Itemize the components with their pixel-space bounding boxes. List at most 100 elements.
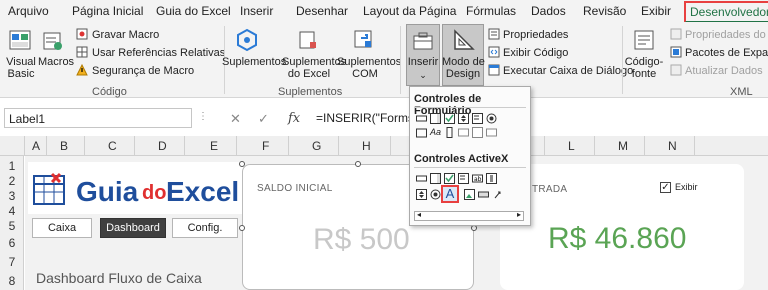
dashboard-button[interactable]: Dashboard [100, 218, 166, 238]
map-props-button[interactable]: Propriedades do Ma [685, 29, 768, 41]
activex-textbox-icon[interactable]: ab [472, 173, 483, 184]
checkbox-control-icon[interactable] [444, 113, 455, 124]
expansion-packs-button[interactable]: Pacotes de Expansã [685, 47, 768, 59]
row-header[interactable]: 3 [0, 189, 24, 203]
column-header[interactable]: F [262, 139, 269, 153]
column-header[interactable]: N [668, 139, 677, 153]
option-button-icon[interactable] [486, 113, 497, 124]
visual-basic-icon[interactable] [8, 28, 32, 55]
row-header[interactable]: 5 [0, 219, 24, 233]
formula-input[interactable]: =INSERIR("Forms. [316, 111, 417, 125]
group-box-icon[interactable] [416, 127, 427, 138]
row-header[interactable]: 1 [0, 159, 24, 173]
dashboard-title: Dashboard Fluxo de Caixa [36, 270, 202, 286]
function-icon[interactable]: fx [288, 111, 300, 126]
tab-arquivo[interactable]: Arquivo [8, 4, 49, 18]
column-header[interactable]: D [158, 139, 167, 153]
activex-label-icon[interactable]: A [441, 185, 459, 203]
column-header[interactable]: A [32, 139, 40, 153]
activex-scrollbar-icon[interactable] [486, 173, 497, 184]
label-control-icon[interactable]: Aa [430, 127, 441, 138]
tab-revisao[interactable]: Revisão [583, 4, 626, 18]
text-field-icon[interactable] [458, 127, 469, 138]
com-addins-icon[interactable] [352, 28, 376, 55]
view-code-button[interactable]: Exibir Código [503, 47, 568, 59]
com-addins-button[interactable]: Suplementos COM [337, 56, 401, 80]
combo-dropdown-icon[interactable] [486, 127, 497, 138]
record-macro-button[interactable]: Gravar Macro [92, 29, 159, 41]
activex-image-icon[interactable] [464, 189, 475, 200]
config-button[interactable]: Config. [172, 218, 238, 238]
column-header[interactable]: H [362, 139, 371, 153]
tab-guia-do-excel[interactable]: Guia do Excel [156, 4, 231, 18]
enter-icon[interactable]: ✓ [258, 111, 269, 127]
column-header[interactable]: C [108, 139, 117, 153]
warning-icon [76, 63, 88, 79]
cancel-icon[interactable]: ✕ [230, 111, 241, 127]
tab-dados[interactable]: Dados [531, 4, 566, 18]
expansion-packs-icon [670, 46, 682, 61]
tab-formulas[interactable]: Fórmulas [466, 4, 516, 18]
column-divider [644, 136, 645, 156]
entrada-card[interactable]: TRADA R$ 46.860 ✓ Exibir [500, 164, 744, 290]
addins-icon[interactable] [235, 28, 259, 55]
addins-button[interactable]: Suplementos [222, 56, 286, 68]
activex-combo-icon[interactable] [430, 173, 441, 184]
tab-exibir[interactable]: Exibir [641, 4, 671, 18]
activex-list-icon[interactable] [458, 173, 469, 184]
macros-icon[interactable] [42, 30, 64, 55]
macros-button[interactable]: Macros [38, 56, 74, 68]
column-divider [288, 136, 289, 156]
xml-source-icon[interactable] [632, 28, 656, 55]
scroll-left-icon[interactable]: ◂ [417, 210, 421, 219]
more-controls-icon[interactable] [492, 189, 503, 200]
scroll-right-icon[interactable]: ▸ [517, 210, 521, 219]
activex-spin-icon[interactable] [416, 189, 427, 200]
exibir-checkbox[interactable]: ✓ [660, 182, 671, 193]
refresh-data-button[interactable]: Atualizar Dados [685, 65, 763, 77]
activex-checkbox-icon[interactable] [444, 173, 455, 184]
name-box[interactable]: Label1 [4, 108, 192, 128]
resize-handle[interactable] [239, 225, 245, 231]
column-header[interactable]: L [568, 139, 575, 153]
column-header[interactable]: B [60, 139, 68, 153]
relative-refs-button[interactable]: Usar Referências Relativas [92, 47, 225, 59]
activex-option-icon[interactable] [430, 189, 441, 200]
macro-security-button[interactable]: Segurança de Macro [92, 65, 194, 77]
tab-layout-da-pagina[interactable]: Layout da Página [363, 4, 456, 18]
column-divider [134, 136, 135, 156]
toolbox-icon [412, 30, 434, 55]
column-divider [594, 136, 595, 156]
caixa-button[interactable]: Caixa [32, 218, 92, 238]
row-header[interactable]: 8 [0, 274, 24, 288]
list-box-icon[interactable] [472, 113, 483, 124]
tab-desenvolvedor[interactable]: Desenvolvedor [684, 1, 768, 23]
activex-button-icon[interactable] [416, 173, 427, 184]
row-header[interactable]: 2 [0, 174, 24, 188]
column-header[interactable]: G [312, 139, 321, 153]
xml-source-button[interactable]: Código- fonte [624, 56, 664, 80]
row-header[interactable]: 4 [0, 204, 24, 218]
visual-basic-button[interactable]: Visual Basic [4, 56, 38, 80]
properties-button[interactable]: Propriedades [503, 29, 568, 41]
row-header[interactable]: 6 [0, 236, 24, 250]
row-header[interactable]: 7 [0, 255, 24, 269]
tab-inserir[interactable]: Inserir [240, 4, 273, 18]
more-options-icon: ⋮ [198, 111, 208, 122]
tab-desenhar[interactable]: Desenhar [296, 4, 348, 18]
tab-pagina-inicial[interactable]: Página Inicial [72, 4, 143, 18]
controls-scrollbar[interactable]: ◂ ▸ [414, 210, 524, 221]
column-header[interactable]: M [618, 139, 628, 153]
button-control-icon[interactable] [416, 113, 427, 124]
excel-addins-button[interactable]: Suplementos do Excel [282, 56, 346, 80]
scroll-bar-icon[interactable] [444, 127, 455, 138]
excel-addins-icon[interactable] [296, 28, 320, 55]
combo-box-icon[interactable] [430, 113, 441, 124]
column-header[interactable]: E [210, 139, 218, 153]
run-dialog-button[interactable]: Executar Caixa de Diálogo [503, 65, 633, 77]
spin-button-icon[interactable] [458, 113, 469, 124]
activex-toggle-icon[interactable] [478, 189, 489, 200]
resize-handle[interactable] [355, 161, 361, 167]
combo-list-icon[interactable] [472, 127, 483, 138]
resize-handle[interactable] [239, 161, 245, 167]
